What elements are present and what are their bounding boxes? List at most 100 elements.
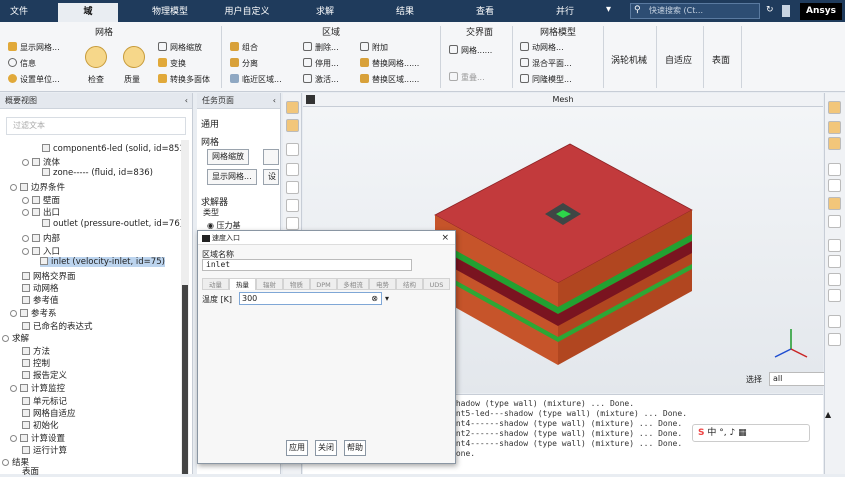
tree-item[interactable]: 壁面 <box>22 194 60 206</box>
tab-physics[interactable]: 物理模型 <box>140 3 200 22</box>
view-tool-11-icon[interactable] <box>828 289 841 302</box>
close-button[interactable]: 关闭 <box>315 440 337 456</box>
tree-item[interactable]: 动网格 <box>22 282 59 294</box>
tree-item[interactable]: zone----- (fluid, id=836) <box>42 168 153 178</box>
tab-uds[interactable]: UDS <box>423 278 450 290</box>
layers-icon[interactable] <box>286 119 299 132</box>
quality-icon[interactable] <box>123 46 145 68</box>
replace-zone-button[interactable]: 替换区域...... <box>360 74 419 85</box>
info-button[interactable]: 信息 <box>8 58 36 69</box>
view-tool-8-icon[interactable] <box>828 239 841 252</box>
tree-item[interactable]: 出口 <box>22 206 60 218</box>
tree-item[interactable]: 参考值 <box>22 294 59 306</box>
tree-item[interactable]: 报告定义 <box>22 369 67 381</box>
check-button[interactable]: 检查 <box>88 74 104 85</box>
console-scroll-up-icon[interactable]: ▲ <box>825 410 831 419</box>
view-tool-6-icon[interactable] <box>828 197 841 210</box>
display-mesh-button[interactable]: 显示网格... <box>8 42 60 53</box>
tree-item[interactable]: 网格自适应 <box>22 407 76 419</box>
check-task-button[interactable] <box>263 149 279 165</box>
tab-species[interactable]: 物质 <box>283 278 310 290</box>
pan-icon[interactable] <box>286 181 299 194</box>
tree-item[interactable]: 参考系 <box>10 307 57 319</box>
zone-name-field[interactable]: inlet <box>202 259 412 271</box>
view-tool-12-icon[interactable] <box>828 315 841 328</box>
tab-structure[interactable]: 结构 <box>396 278 423 290</box>
display-mesh-task-button[interactable]: 显示网格... <box>207 169 257 185</box>
tree-item[interactable]: 计算设置 <box>10 432 65 444</box>
zoom-icon[interactable] <box>286 217 299 230</box>
overlap-button[interactable]: 重叠... <box>449 72 485 83</box>
view-tool-10-icon[interactable] <box>828 273 841 286</box>
tree-item[interactable]: 已命名的表达式 <box>22 320 93 332</box>
tree-item[interactable]: 计算监控 <box>10 382 65 394</box>
zoom-box-icon[interactable] <box>286 199 299 212</box>
tab-parallel[interactable]: 并行 <box>540 3 590 22</box>
combine-button[interactable]: 组合 <box>230 42 258 53</box>
tab-thermal[interactable]: 热量 <box>229 278 256 290</box>
tree-item[interactable]: 求解 <box>2 332 29 344</box>
ime-toolbar[interactable]: S 中 °, ♪ ▦ <box>692 424 810 442</box>
help-button[interactable]: 帮助 <box>344 440 366 456</box>
document-icon[interactable] <box>782 5 790 17</box>
collapse-icon[interactable]: ▾ <box>606 4 616 18</box>
mesh-scale-button[interactable]: 网格缩放 <box>158 42 202 53</box>
tab-potential[interactable]: 电势 <box>369 278 396 290</box>
tab-user-defined[interactable]: 用户自定义 <box>215 3 279 22</box>
append-button[interactable]: 附加 <box>360 42 388 53</box>
tree-item[interactable]: 内部 <box>22 232 60 244</box>
separate-button[interactable]: 分离 <box>230 58 258 69</box>
replace-mesh-button[interactable]: 替换网格...... <box>360 58 419 69</box>
periodic-model-button[interactable]: 同隆模型... <box>520 74 572 85</box>
tree-item[interactable]: 表面 <box>22 465 39 477</box>
tab-momentum[interactable]: 动量 <box>202 278 229 290</box>
collapse-panel-icon[interactable]: ‹ <box>185 93 188 109</box>
tree-item[interactable]: 初始化 <box>22 419 59 431</box>
tree-item[interactable]: 单元标记 <box>22 395 67 407</box>
temperature-input[interactable]: 300 ⊗ <box>239 292 382 305</box>
tree-item[interactable]: component6-led (solid, id=851) <box>42 144 188 154</box>
pointer-icon[interactable] <box>286 143 299 156</box>
activate-button[interactable]: 激活... <box>303 74 339 85</box>
tab-domain[interactable]: 域 <box>58 3 118 22</box>
transform-button[interactable]: 变换 <box>158 58 186 69</box>
view-tool-13-icon[interactable] <box>828 333 841 346</box>
collapse-task-icon[interactable]: ‹ <box>273 93 276 109</box>
convert-polyhedra-button[interactable]: 转换多面体 <box>158 74 210 85</box>
tree-item[interactable]: outlet (pressure-outlet, id=76) <box>42 219 183 229</box>
view-tool-3-icon[interactable] <box>828 137 841 150</box>
quality-button[interactable]: 质量 <box>124 74 140 85</box>
units-button[interactable]: 设置单位... <box>8 74 60 85</box>
tab-results[interactable]: 结果 <box>380 3 430 22</box>
quick-search-input[interactable]: 快速搜索 (Ct... <box>630 3 760 19</box>
deactivate-button[interactable]: 停用... <box>303 58 339 69</box>
tab-radiation[interactable]: 辐射 <box>256 278 283 290</box>
apply-button[interactable]: 应用 <box>286 440 308 456</box>
fit-icon[interactable] <box>286 101 299 114</box>
adjacency-button[interactable]: 临近区域... <box>230 74 282 85</box>
view-tool-7-icon[interactable] <box>828 215 841 228</box>
tab-view[interactable]: 查看 <box>460 3 510 22</box>
clear-icon[interactable]: ⊗ <box>371 293 378 304</box>
tab-file[interactable]: 文件 <box>0 3 38 22</box>
tab-solve[interactable]: 求解 <box>300 3 350 22</box>
dynamic-mesh-button[interactable]: 动网格... <box>520 42 564 53</box>
tree-item[interactable]: 流体 <box>22 156 60 168</box>
tree-item[interactable]: 入口 <box>22 245 60 257</box>
mesh-scale-task-button[interactable]: 网格缩放 <box>207 149 249 165</box>
outline-scroll-thumb[interactable] <box>182 285 188 474</box>
view-tool-5-icon[interactable] <box>828 179 841 192</box>
view-tool-4-icon[interactable] <box>828 163 841 176</box>
surface-button[interactable]: 表面 <box>712 53 730 66</box>
temperature-options-icon[interactable]: ▾ <box>385 294 389 303</box>
tree-item[interactable]: 方法 <box>22 345 50 357</box>
view-tool-9-icon[interactable] <box>828 255 841 268</box>
mixing-plane-button[interactable]: 混合平面... <box>520 58 572 69</box>
rotate-icon[interactable] <box>286 163 299 176</box>
adapt-button[interactable]: 自适应 <box>665 53 692 66</box>
turbo-machinery-button[interactable]: 涡轮机械 <box>611 53 647 66</box>
window-menu-icon[interactable] <box>306 95 315 104</box>
view-tool-2-icon[interactable] <box>828 121 841 134</box>
view-tool-1-icon[interactable] <box>828 101 841 114</box>
tab-multiphase[interactable]: 多相流 <box>337 278 369 290</box>
